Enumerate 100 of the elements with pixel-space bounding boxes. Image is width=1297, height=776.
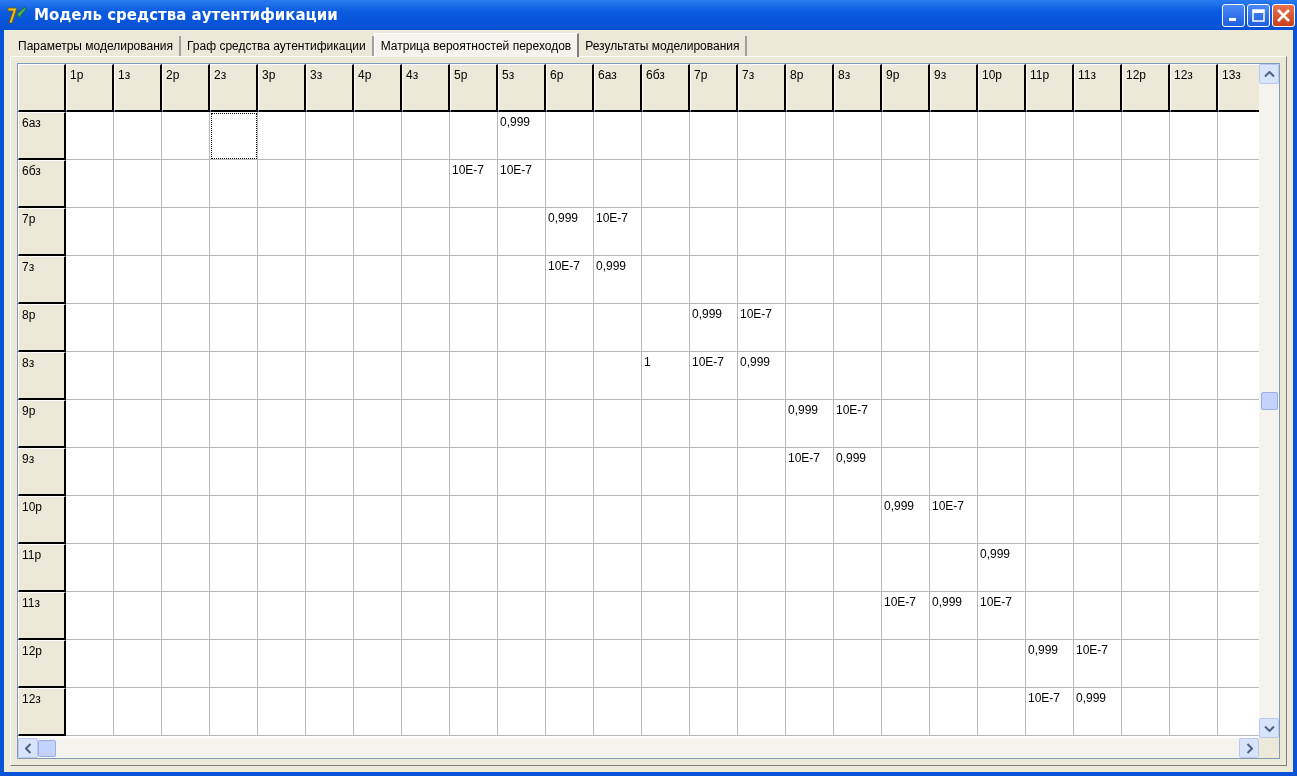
table-cell[interactable] (66, 448, 114, 496)
table-cell[interactable] (1122, 160, 1170, 208)
table-cell[interactable] (66, 112, 114, 160)
table-cell[interactable] (354, 352, 402, 400)
table-cell[interactable] (1122, 400, 1170, 448)
table-cell[interactable] (66, 208, 114, 256)
table-cell[interactable] (738, 256, 786, 304)
table-cell[interactable] (306, 544, 354, 592)
table-cell[interactable] (258, 400, 306, 448)
table-cell[interactable] (66, 688, 114, 736)
table-cell[interactable] (834, 256, 882, 304)
table-cell[interactable] (1026, 544, 1074, 592)
table-cell[interactable] (546, 160, 594, 208)
table-cell[interactable] (690, 592, 738, 640)
table-cell[interactable] (738, 640, 786, 688)
minimize-button[interactable] (1222, 3, 1245, 27)
table-cell[interactable] (978, 160, 1026, 208)
table-cell[interactable] (1026, 352, 1074, 400)
table-cell[interactable] (642, 448, 690, 496)
table-cell[interactable] (258, 448, 306, 496)
table-cell[interactable] (1074, 352, 1122, 400)
table-cell[interactable] (546, 352, 594, 400)
table-cell[interactable] (498, 496, 546, 544)
table-cell[interactable] (1122, 352, 1170, 400)
table-cell[interactable] (786, 352, 834, 400)
table-cell[interactable] (546, 544, 594, 592)
table-cell[interactable]: 0,999 (882, 496, 930, 544)
table-cell[interactable] (594, 448, 642, 496)
table-cell[interactable] (834, 112, 882, 160)
table-cell[interactable] (210, 640, 258, 688)
table-cell[interactable]: 10E-7 (594, 208, 642, 256)
scroll-thumb[interactable] (1260, 392, 1278, 410)
table-cell[interactable] (786, 304, 834, 352)
table-cell[interactable] (306, 592, 354, 640)
table-cell[interactable] (402, 304, 450, 352)
table-cell[interactable] (258, 592, 306, 640)
table-cell[interactable] (66, 496, 114, 544)
table-cell[interactable] (354, 688, 402, 736)
table-cell[interactable] (882, 640, 930, 688)
table-cell[interactable] (306, 304, 354, 352)
table-cell[interactable] (114, 448, 162, 496)
table-cell[interactable] (786, 496, 834, 544)
table-cell[interactable] (402, 256, 450, 304)
table-cell[interactable] (834, 592, 882, 640)
table-cell[interactable] (402, 400, 450, 448)
table-cell[interactable] (66, 256, 114, 304)
table-cell[interactable] (498, 448, 546, 496)
table-cell[interactable] (1074, 400, 1122, 448)
table-cell[interactable] (642, 304, 690, 352)
table-cell[interactable] (1170, 496, 1218, 544)
table-cell[interactable] (930, 112, 978, 160)
scroll-thumb[interactable] (38, 739, 56, 757)
table-cell[interactable] (210, 688, 258, 736)
table-cell[interactable] (978, 352, 1026, 400)
table-cell[interactable]: 0,999 (930, 592, 978, 640)
table-cell[interactable] (690, 160, 738, 208)
table-cell[interactable] (834, 544, 882, 592)
maximize-button[interactable] (1247, 3, 1270, 27)
table-cell[interactable] (978, 640, 1026, 688)
table-cell[interactable] (882, 160, 930, 208)
table-cell[interactable] (402, 112, 450, 160)
table-cell[interactable] (450, 448, 498, 496)
table-cell[interactable] (66, 400, 114, 448)
table-cell[interactable] (930, 208, 978, 256)
table-cell[interactable] (786, 160, 834, 208)
table-cell[interactable] (162, 256, 210, 304)
table-cell[interactable] (930, 448, 978, 496)
table-cell[interactable] (354, 448, 402, 496)
table-cell[interactable] (546, 688, 594, 736)
table-cell[interactable] (1026, 160, 1074, 208)
table-cell[interactable] (1122, 544, 1170, 592)
table-cell[interactable] (1122, 496, 1170, 544)
table-cell[interactable] (354, 496, 402, 544)
table-cell[interactable] (162, 304, 210, 352)
table-cell[interactable] (786, 592, 834, 640)
table-cell[interactable] (1026, 496, 1074, 544)
table-cell[interactable] (450, 208, 498, 256)
table-cell[interactable]: 10E-7 (786, 448, 834, 496)
table-cell[interactable] (978, 448, 1026, 496)
table-cell[interactable] (882, 304, 930, 352)
table-cell[interactable] (882, 256, 930, 304)
table-cell[interactable] (114, 400, 162, 448)
table-cell[interactable] (306, 448, 354, 496)
close-button[interactable] (1272, 3, 1295, 27)
table-cell[interactable] (1170, 544, 1218, 592)
table-cell[interactable] (498, 304, 546, 352)
table-cell[interactable] (786, 208, 834, 256)
table-cell[interactable] (402, 448, 450, 496)
table-cell[interactable] (1170, 688, 1218, 736)
table-cell[interactable] (1170, 640, 1218, 688)
table-cell[interactable] (546, 592, 594, 640)
table-cell[interactable] (1170, 448, 1218, 496)
table-cell[interactable] (978, 208, 1026, 256)
table-cell[interactable] (306, 112, 354, 160)
table-cell[interactable] (114, 640, 162, 688)
table-cell[interactable] (354, 400, 402, 448)
table-cell[interactable] (258, 160, 306, 208)
table-cell[interactable] (1122, 304, 1170, 352)
table-cell[interactable] (738, 496, 786, 544)
table-cell[interactable] (162, 592, 210, 640)
